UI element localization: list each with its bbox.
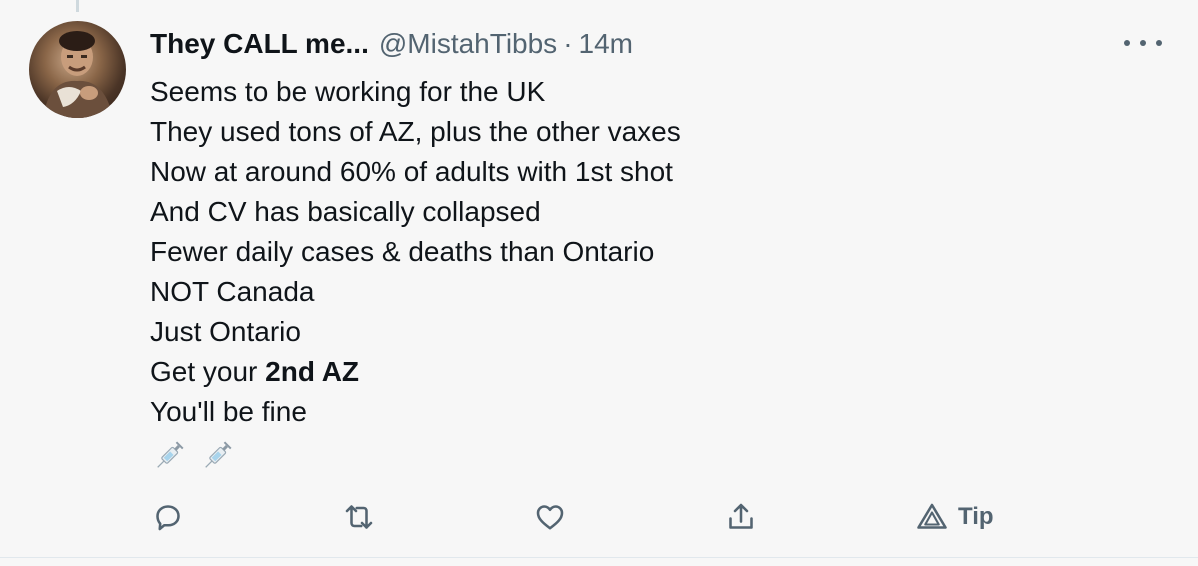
- like-button[interactable]: [532, 497, 568, 537]
- tweet-line: And CV has basically collapsed: [150, 196, 541, 227]
- tweet[interactable]: They CALL me... @MistahTibbs · 14m Seems…: [0, 0, 1198, 558]
- retweet-icon: [345, 505, 373, 529]
- tweet-line: They used tons of AZ, plus the other vax…: [150, 116, 681, 147]
- reply-button[interactable]: [150, 497, 186, 537]
- tweet-line: Now at around 60% of adults with 1st sho…: [150, 156, 673, 187]
- get-your-prefix: Get your: [150, 356, 266, 387]
- tip-button[interactable]: Tip: [914, 497, 994, 537]
- tweet-header: They CALL me... @MistahTibbs · 14m: [150, 26, 633, 62]
- more-dot: [1124, 40, 1130, 46]
- get-your-bold: 2nd AZ: [265, 356, 360, 387]
- tweet-actions: Tip: [0, 497, 1198, 537]
- share-icon: [729, 503, 753, 529]
- emoji-line: [150, 434, 1150, 474]
- display-name[interactable]: They CALL me...: [150, 28, 369, 60]
- syringe-emoji: [157, 441, 184, 468]
- tweet-line: NOT Canada: [150, 276, 315, 307]
- tweet-divider: [0, 557, 1198, 558]
- tweet-line: You'll be fine: [150, 396, 307, 427]
- timestamp[interactable]: 14m: [579, 28, 633, 60]
- more-options-icon[interactable]: [1124, 30, 1162, 56]
- tweet-line-get-your: Get your 2nd AZ: [150, 352, 1150, 392]
- avatar[interactable]: [29, 21, 126, 118]
- tip-icon: [917, 503, 947, 529]
- reply-icon: [156, 505, 180, 531]
- tweet-line: Just Ontario: [150, 316, 301, 347]
- syringe-emoji: [205, 441, 232, 468]
- tip-label: Tip: [958, 503, 994, 530]
- avatar-image: [43, 31, 113, 118]
- user-handle[interactable]: @MistahTibbs: [379, 28, 557, 60]
- heart-icon: [536, 505, 564, 530]
- tweet-line: Seems to be working for the UK: [150, 76, 546, 107]
- tweet-line: Fewer daily cases & deaths than Ontario: [150, 236, 655, 267]
- tweet-text: Seems to be working for the UK They used…: [150, 72, 1150, 474]
- more-dot: [1140, 40, 1146, 46]
- share-button[interactable]: [723, 497, 759, 537]
- more-dot: [1156, 40, 1162, 46]
- retweet-button[interactable]: [341, 497, 377, 537]
- separator-dot: ·: [563, 28, 573, 59]
